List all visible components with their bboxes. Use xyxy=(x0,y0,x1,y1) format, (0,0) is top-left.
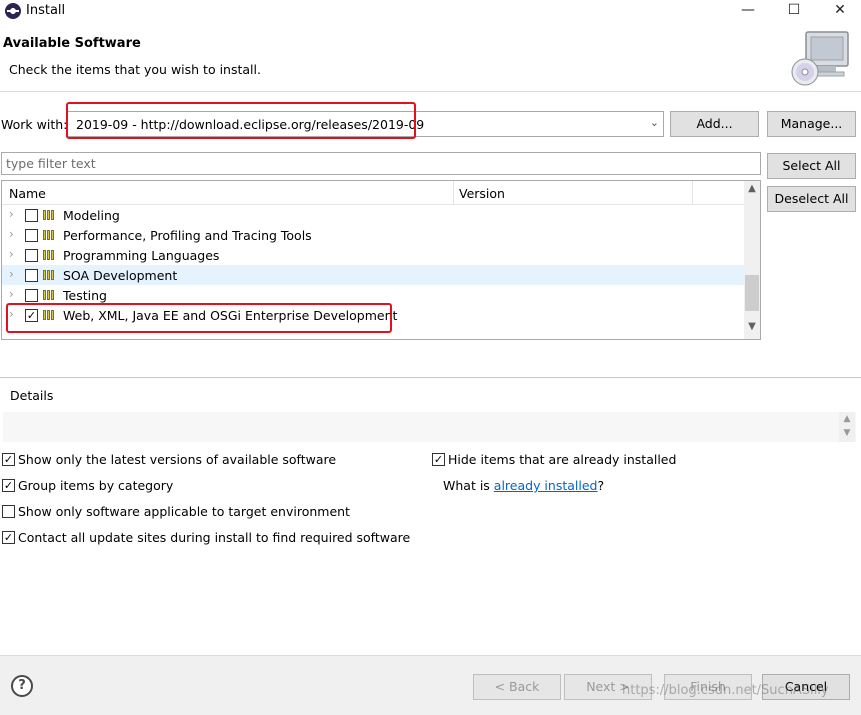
row-checkbox[interactable] xyxy=(25,249,38,262)
applicable-only-option[interactable]: Show only software applicable to target … xyxy=(2,504,350,519)
finish-button[interactable]: Finish xyxy=(664,674,752,700)
group-by-category-option[interactable]: ✓ Group items by category xyxy=(2,478,173,493)
add-site-button[interactable]: Add... xyxy=(670,111,759,137)
tree-row[interactable]: › Testing xyxy=(2,285,744,305)
column-header-name[interactable]: Name xyxy=(9,186,46,201)
tree-row[interactable]: › Modeling xyxy=(2,205,744,225)
row-checkbox[interactable]: ✓ xyxy=(25,309,38,322)
category-icon xyxy=(43,310,58,320)
category-icon xyxy=(43,290,58,300)
hide-installed-label: Hide items that are already installed xyxy=(448,452,677,467)
tree-row[interactable]: › Programming Languages xyxy=(2,245,744,265)
category-icon xyxy=(43,270,58,280)
what-is-suffix: ? xyxy=(597,478,605,493)
group-by-category-label: Group items by category xyxy=(18,478,174,493)
wizard-footer: ? < Back Next > Finish Cancel https://bl… xyxy=(0,655,861,715)
window-title: Install xyxy=(26,3,66,18)
install-wizard-icon xyxy=(791,31,849,86)
contact-sites-label: Contact all update sites during install … xyxy=(18,530,411,545)
hide-installed-checkbox[interactable]: ✓ xyxy=(432,453,445,466)
chevron-right-icon[interactable]: › xyxy=(9,307,14,321)
page-description: Check the items that you wish to install… xyxy=(9,62,261,77)
wizard-content: Work with: 2019-09 - http://download.ecl… xyxy=(0,92,861,655)
latest-versions-label: Show only the latest versions of availab… xyxy=(18,452,337,467)
chevron-right-icon[interactable]: › xyxy=(9,207,14,221)
already-installed-link[interactable]: already installed xyxy=(494,478,598,493)
page-title: Available Software xyxy=(3,36,141,51)
filter-field[interactable] xyxy=(1,152,761,175)
latest-versions-checkbox[interactable]: ✓ xyxy=(2,453,15,466)
row-checkbox[interactable] xyxy=(25,289,38,302)
chevron-right-icon[interactable]: › xyxy=(9,227,14,241)
details-text-area xyxy=(3,412,856,442)
applicable-only-checkbox[interactable] xyxy=(2,505,15,518)
applicable-only-label: Show only software applicable to target … xyxy=(18,504,350,519)
row-checkbox[interactable] xyxy=(25,229,38,242)
row-label: Modeling xyxy=(63,208,120,223)
chevron-down-icon[interactable]: ⌄ xyxy=(650,116,659,129)
details-label: Details xyxy=(10,388,54,403)
work-with-label: Work with: xyxy=(1,117,68,132)
chevron-right-icon[interactable]: › xyxy=(9,287,14,301)
row-label: Testing xyxy=(63,288,107,303)
row-label: Web, XML, Java EE and OSGi Enterprise De… xyxy=(63,308,398,323)
deselect-all-button[interactable]: Deselect All xyxy=(767,186,856,212)
help-icon[interactable]: ? xyxy=(11,675,33,697)
details-scrollbar[interactable]: ▲ ▼ xyxy=(839,412,855,442)
row-label: Performance, Profiling and Tracing Tools xyxy=(63,228,312,243)
minimize-button[interactable]: — xyxy=(725,0,771,22)
title-bar: Install — ☐ ✕ xyxy=(0,0,861,22)
what-is-prefix: What is xyxy=(443,478,494,493)
category-icon xyxy=(43,250,58,260)
wizard-header: Available Software Check the items that … xyxy=(0,22,861,92)
what-is-installed-text: What is already installed ? xyxy=(443,478,604,493)
work-with-combo[interactable]: 2019-09 - http://download.eclipse.org/re… xyxy=(67,111,664,137)
details-divider xyxy=(0,377,861,378)
column-divider[interactable] xyxy=(453,181,454,205)
latest-versions-option[interactable]: ✓ Show only the latest versions of avail… xyxy=(2,452,336,467)
chevron-right-icon[interactable]: › xyxy=(9,247,14,261)
row-label: SOA Development xyxy=(63,268,178,283)
row-checkbox[interactable] xyxy=(25,209,38,222)
scroll-up-icon[interactable]: ▲ xyxy=(744,183,760,194)
close-button[interactable]: ✕ xyxy=(817,0,861,22)
chevron-right-icon[interactable]: › xyxy=(9,267,14,281)
tree-row[interactable]: › SOA Development xyxy=(2,265,744,285)
contact-sites-checkbox[interactable]: ✓ xyxy=(2,531,15,544)
scrollbar-thumb[interactable] xyxy=(745,275,759,311)
group-by-category-checkbox[interactable]: ✓ xyxy=(2,479,15,492)
tree-row[interactable]: › Performance, Profiling and Tracing Too… xyxy=(2,225,744,245)
tree-rows: › Modeling › Performance, Profiling and … xyxy=(2,205,744,325)
next-button[interactable]: Next > xyxy=(564,674,652,700)
tree-header: Name Version xyxy=(2,181,744,205)
maximize-button[interactable]: ☐ xyxy=(771,0,817,22)
scroll-down-icon[interactable]: ▼ xyxy=(744,321,760,332)
cancel-button[interactable]: Cancel xyxy=(762,674,850,700)
filter-input[interactable] xyxy=(2,153,760,174)
category-icon xyxy=(43,210,58,220)
select-all-button[interactable]: Select All xyxy=(767,153,856,179)
column-divider[interactable] xyxy=(692,181,693,205)
tree-row[interactable]: › ✓ Web, XML, Java EE and OSGi Enterpris… xyxy=(2,305,744,325)
manage-sites-button[interactable]: Manage... xyxy=(767,111,856,137)
row-label: Programming Languages xyxy=(63,248,220,263)
eclipse-icon xyxy=(5,3,21,19)
tree-scrollbar[interactable]: ▲ ▼ xyxy=(744,181,760,339)
back-button[interactable]: < Back xyxy=(473,674,561,700)
contact-sites-option[interactable]: ✓ Contact all update sites during instal… xyxy=(2,530,410,545)
work-with-value: 2019-09 - http://download.eclipse.org/re… xyxy=(76,117,425,132)
category-icon xyxy=(43,230,58,240)
hide-installed-option[interactable]: ✓ Hide items that are already installed xyxy=(432,452,676,467)
row-checkbox[interactable] xyxy=(25,269,38,282)
software-tree[interactable]: Name Version › Modeling › Performance, P… xyxy=(1,180,761,340)
column-header-version[interactable]: Version xyxy=(459,186,505,201)
